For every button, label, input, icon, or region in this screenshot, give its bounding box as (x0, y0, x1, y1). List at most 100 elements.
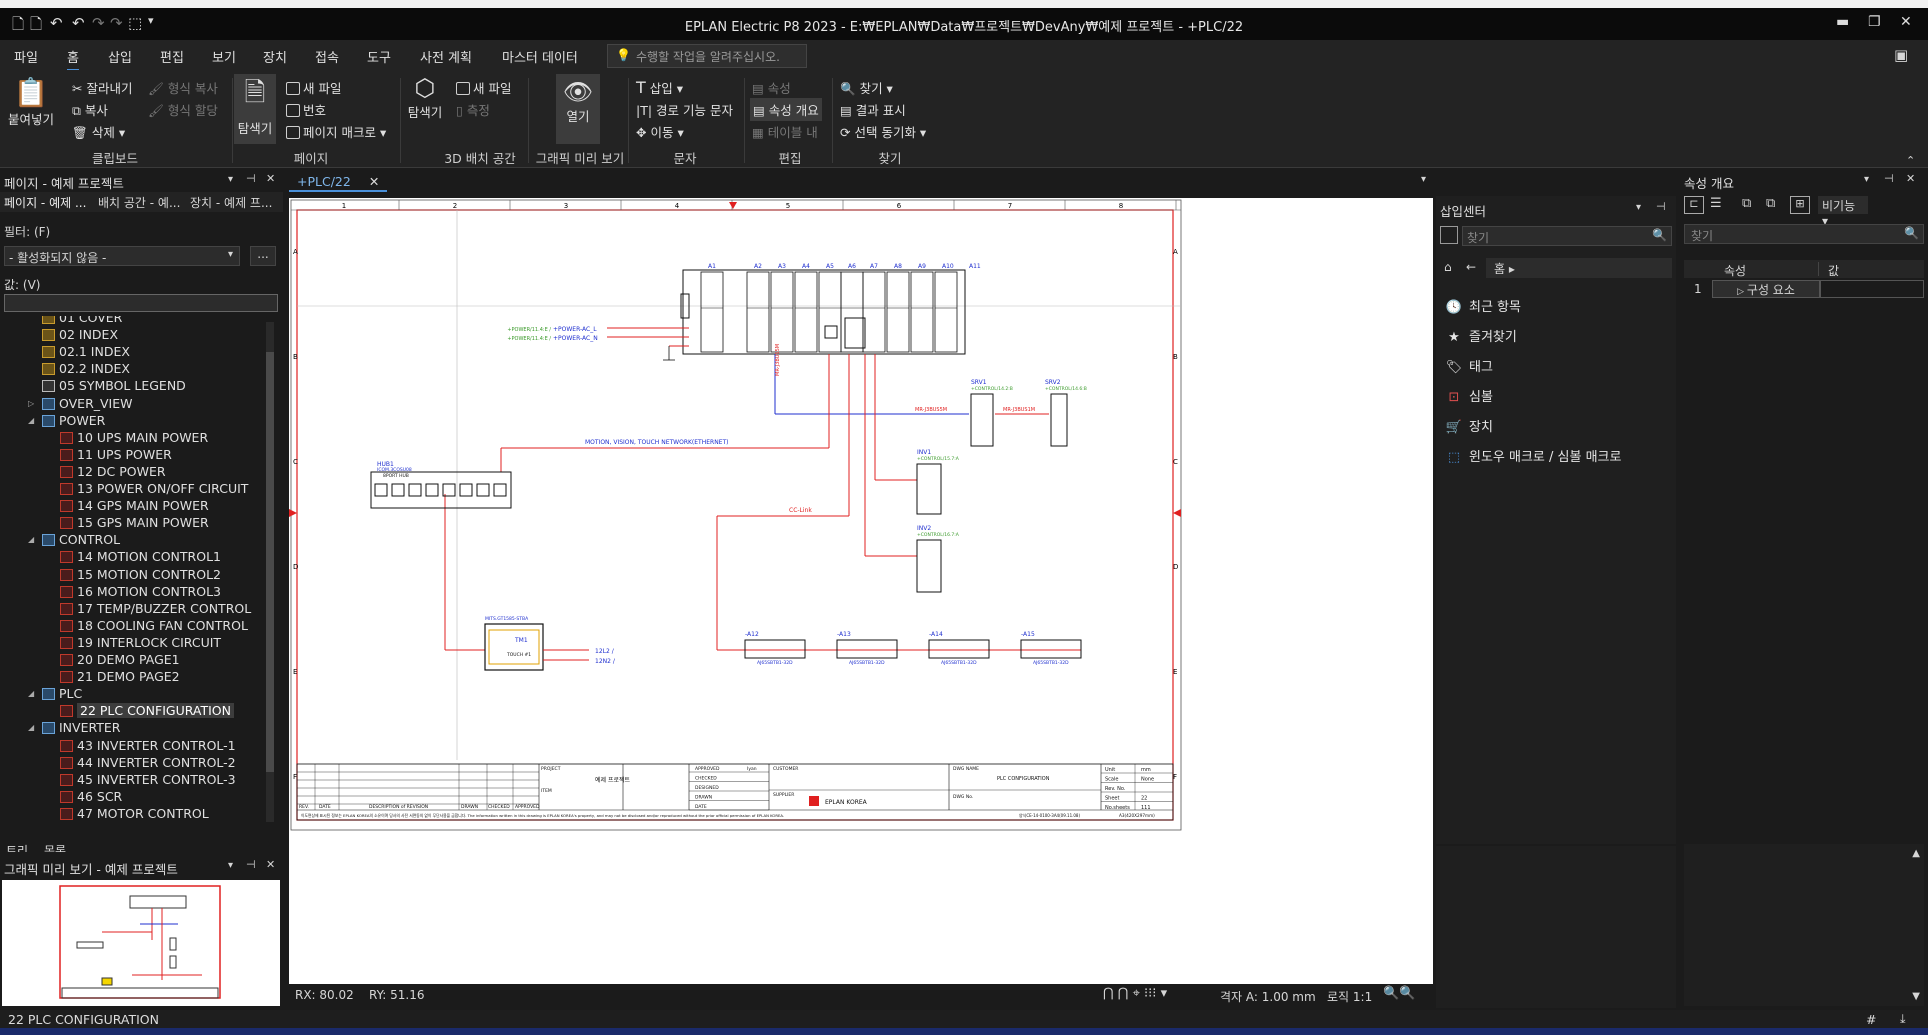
home-icon[interactable]: ⌂ (1444, 260, 1452, 274)
doc-list-icon[interactable]: ▾ (1421, 174, 1426, 185)
menu-edit[interactable]: 편집 (160, 47, 184, 66)
tree-group[interactable]: ◢ POWER (28, 413, 105, 430)
prop-pin-icon[interactable]: ⊣ (1884, 172, 1894, 185)
tree-group[interactable]: ▷ OVER_VIEW (28, 396, 133, 413)
tree-page-item[interactable]: 46 SCR (60, 789, 122, 806)
tree-page-item[interactable]: 15 GPS MAIN POWER (60, 515, 209, 532)
preview-pin-icon[interactable]: ⊣ (246, 858, 256, 871)
layout-icon[interactable]: ▣ (1894, 46, 1908, 64)
page-macro-button[interactable]: 페이지 매크로 ▾ (286, 122, 386, 141)
tree-page-item[interactable]: 05 SYMBOL LEGEND (42, 378, 186, 395)
tree-page-item[interactable]: 02.2 INDEX (42, 361, 130, 378)
compare-dropdown[interactable]: 비기능 ▾ (1818, 196, 1868, 228)
tree-page-item[interactable]: 21 DEMO PAGE2 (60, 669, 180, 686)
expand-arrow-icon[interactable]: ◢ (28, 535, 34, 544)
symbols[interactable]: ⊡ 심볼 (1445, 386, 1493, 405)
properties-button[interactable]: ▤ 속성 (752, 78, 791, 97)
paste-button[interactable]: 📋 붙여넣기 (6, 76, 56, 128)
menu-file[interactable]: 파일 (14, 47, 38, 66)
insert-breadcrumb[interactable]: 홈 ▸ (1486, 258, 1672, 278)
tree-page-item[interactable]: 43 INVERTER CONTROL-1 (60, 738, 236, 755)
text-insert-button[interactable]: T 삽입 ▾ (636, 78, 683, 97)
path-text-button[interactable]: |T| 경로 기능 문자 (636, 100, 733, 119)
snap-icon[interactable]: ⋂ ⋂ ⌖ ⁝⁝⁝ ▾ (1103, 986, 1167, 1001)
expand-arrow-icon[interactable]: ◢ (28, 689, 34, 698)
preview-menu-icon[interactable]: ▾ (228, 860, 233, 871)
properties-row[interactable]: 1 ▷ 구성 요소 (1684, 280, 1924, 298)
menu-connection[interactable]: 접속 (315, 47, 339, 66)
tree-page-item[interactable]: 20 DEMO PAGE1 (60, 652, 180, 669)
scroll-down-icon[interactable]: ▼ (1912, 991, 1920, 1002)
tree-page-item[interactable]: 14 GPS MAIN POWER (60, 498, 209, 515)
devices[interactable]: 🛒 장치 (1445, 416, 1493, 435)
tree-page-item[interactable]: 15 MOTION CONTROL2 (60, 567, 221, 584)
tree-page-item[interactable]: 10 UPS MAIN POWER (60, 430, 208, 447)
prop-close-icon[interactable]: ✕ (1906, 172, 1915, 185)
macros[interactable]: ⬚ 윈도우 매크로 / 심볼 매크로 (1445, 446, 1622, 465)
format-assign-button[interactable]: 🖌 형식 할당 (148, 100, 218, 119)
download-icon[interactable]: ⤓ (1900, 1011, 1906, 1027)
tree-group[interactable]: ◢ CONTROL (28, 532, 120, 549)
3d-explorer-button[interactable]: ⬡ 탐색기 (404, 74, 446, 121)
tree-view-icon[interactable]: ⊏ (1684, 196, 1704, 214)
menu-tools[interactable]: 도구 (367, 47, 391, 66)
tree-page-item[interactable]: 19 INTERLOCK CIRCUIT (60, 635, 221, 652)
doc-tab[interactable]: +PLC/22 ✕ (289, 172, 388, 192)
scroll-up-icon[interactable]: ▲ (1912, 848, 1920, 859)
table-edit-button[interactable]: ▦ 테이블 내 (752, 122, 818, 141)
recent-items[interactable]: 🕓 최근 항목 (1445, 296, 1521, 315)
filter-more-button[interactable]: ... (250, 246, 276, 266)
favorites[interactable]: ★ 즐겨찾기 (1445, 326, 1517, 345)
format-copy-button[interactable]: 🖌 형식 복사 (148, 78, 218, 97)
tell-me-search[interactable]: 💡 수행할 작업을 알려주십시오. (607, 44, 807, 68)
paste-props-icon[interactable]: ⧉ (1766, 196, 1775, 211)
insert-search-input[interactable]: 찾기 🔍 (1462, 226, 1672, 246)
3d-new-file-button[interactable]: 새 파일 (456, 78, 511, 97)
menu-master-data[interactable]: 마스터 데이터 (502, 47, 578, 66)
list-view-icon[interactable]: ☰ (1710, 196, 1722, 211)
menu-device[interactable]: 장치 (263, 47, 287, 66)
tab-pages[interactable]: 페이지 - 예제 ... (4, 194, 86, 211)
measure-button[interactable]: ▯ 측정 (456, 100, 490, 119)
restore-icon[interactable]: ❐ (1868, 14, 1881, 30)
collapse-ribbon-icon[interactable]: ⌃ (1906, 154, 1915, 167)
insert-pin-icon[interactable]: ⊣ (1656, 200, 1666, 213)
tags[interactable]: 🏷 태그 (1445, 356, 1493, 375)
tab-devices[interactable]: 장치 - 예제 프... (190, 194, 272, 211)
minimize-icon[interactable]: ▬ (1836, 14, 1849, 30)
back-icon[interactable]: ← (1466, 260, 1476, 274)
page-explorer-button[interactable]: 🗎 탐색기 (234, 74, 276, 144)
tree-page-item[interactable]: 18 COOLING FAN CONTROL (60, 618, 248, 635)
tree-group[interactable]: ◢ PLC (28, 686, 82, 703)
copy-button[interactable]: ⧉ 복사 (72, 100, 108, 119)
close-icon[interactable]: ✕ (1900, 14, 1912, 30)
preview-open-button[interactable]: 👁 열기 (556, 74, 600, 144)
panel-close-icon[interactable]: ✕ (266, 172, 275, 185)
find-button[interactable]: 🔍 찾기 ▾ (840, 78, 893, 97)
insert-menu-icon[interactable]: ▾ (1636, 202, 1641, 213)
show-results-button[interactable]: ▤ 결과 표시 (840, 100, 906, 119)
tree-page-item[interactable]: 14 MOTION CONTROL1 (60, 549, 221, 566)
doc-tab-close-icon[interactable]: ✕ (369, 174, 379, 189)
filter-props-icon[interactable]: ⊞ (1790, 196, 1810, 214)
menu-preplanning[interactable]: 사전 계획 (420, 47, 472, 66)
tree-page-item[interactable]: 01 COVER (42, 316, 122, 327)
properties-search-input[interactable]: 찾기 🔍 (1684, 224, 1924, 244)
tab-layout-space[interactable]: 배치 공간 - 예... (98, 194, 180, 211)
insert-view-icon[interactable] (1440, 226, 1458, 244)
schematic-canvas[interactable]: 1 2 3 4 5 6 7 8 A A B B C C D D E E F F A1 A2 A3 A4 A5 A6 A7 A8 A9 A1… (289, 198, 1433, 984)
zoom-icon[interactable]: 🔍🔍 (1383, 986, 1415, 1001)
tree-group[interactable]: ◢ INVERTER (28, 720, 120, 737)
menu-insert[interactable]: 삽입 (108, 47, 132, 66)
panel-menu-icon[interactable]: ▾ (228, 174, 233, 185)
filter-dropdown[interactable]: - 활성화되지 않음 - ▾ (4, 246, 240, 266)
preview-thumbnail[interactable] (2, 880, 280, 1006)
tree-page-item[interactable]: 12 DC POWER (60, 464, 166, 481)
tree-page-item[interactable]: 16 MOTION CONTROL3 (60, 584, 221, 601)
tree-page-item[interactable]: 45 INVERTER CONTROL-3 (60, 772, 236, 789)
tree-scrollbar[interactable] (266, 322, 274, 822)
prop-menu-icon[interactable]: ▾ (1864, 174, 1869, 185)
expand-arrow-icon[interactable]: ◢ (28, 723, 34, 732)
component-value-cell[interactable] (1820, 280, 1924, 298)
pin-icon[interactable]: ⊣ (246, 172, 256, 185)
